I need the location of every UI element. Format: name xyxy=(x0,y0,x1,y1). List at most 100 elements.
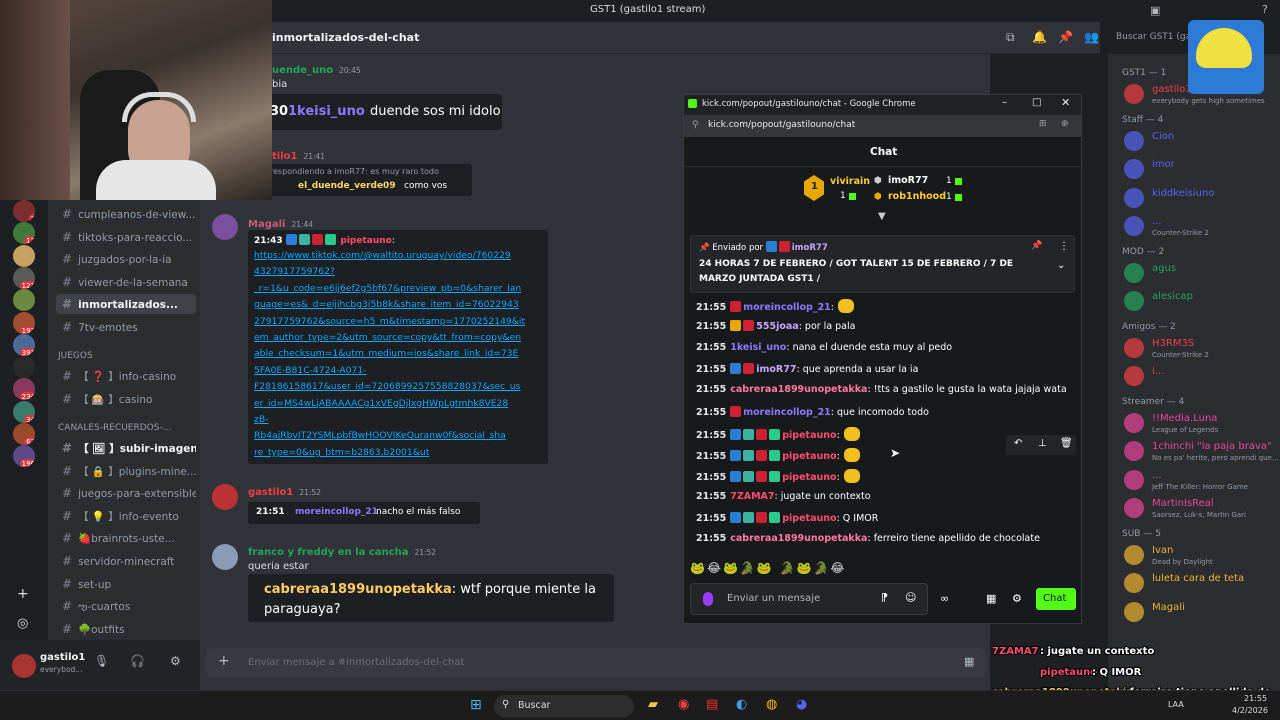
close-icon[interactable]: ✕ xyxy=(1061,96,1070,109)
member-item[interactable]: i... xyxy=(1116,364,1276,390)
site-info-icon[interactable]: ⚲ xyxy=(692,120,699,130)
server-icon[interactable] xyxy=(13,289,35,312)
member-item[interactable]: H3RM3S Counter-Strike 2 xyxy=(1116,336,1276,362)
bell-icon[interactable]: 🔔 xyxy=(1032,30,1047,44)
settings-gear-icon[interactable]: ⚙ xyxy=(1012,592,1022,605)
add-server-icon[interactable]: + xyxy=(17,586,29,602)
member-item[interactable]: agus xyxy=(1116,261,1276,287)
message-user[interactable]: cabreraa1899unopetakka xyxy=(730,533,867,544)
kick-message-input[interactable]: Enviar un mensaje ⁋ ☺ xyxy=(690,583,928,615)
app-icon[interactable]: ▤ xyxy=(706,697,718,712)
channel-item[interactable]: # 【 🔒 】plugins-mine... xyxy=(56,461,196,481)
message-input[interactable]: + Enviar mensaje a #inmortalizados-del-c… xyxy=(206,648,986,678)
member-item[interactable]: kiddkeisiuno xyxy=(1116,186,1276,212)
message-user[interactable]: 1keisi_uno xyxy=(730,342,786,353)
channel-item[interactable]: # set-up xyxy=(56,574,196,594)
message-author[interactable]: uende_uno xyxy=(272,65,333,76)
reply-icon[interactable]: ↶ xyxy=(1014,438,1022,449)
store-icon[interactable]: ▦ xyxy=(986,592,996,605)
category-juegos[interactable]: JUEGOS xyxy=(58,351,93,361)
message-user[interactable]: moreincollop_21 xyxy=(743,407,831,418)
taskbar-search[interactable]: ⚲ Buscar xyxy=(494,695,634,717)
avatar[interactable] xyxy=(212,544,238,570)
maximize-icon[interactable]: □ xyxy=(1032,97,1041,108)
clock-time[interactable]: 21:55 xyxy=(1244,694,1267,703)
channel-item[interactable]: # cumpleanos-de-view... xyxy=(56,204,196,224)
member-item[interactable]: ... Jeff The Killer: Horror Game xyxy=(1116,468,1276,494)
member-item[interactable]: MartinIsReal Saorsez, Luk-s, Martin Gari xyxy=(1116,496,1276,522)
threads-icon[interactable]: ⧉ xyxy=(1006,30,1015,45)
member-item[interactable]: !!Media.Luna League of Legends xyxy=(1116,411,1276,437)
message-author[interactable]: franco y freddy en la cancha xyxy=(248,547,408,558)
message-user[interactable]: pipetauno xyxy=(782,430,836,441)
delete-icon[interactable]: 🗑 xyxy=(1060,438,1073,449)
channel-item[interactable]: #7tv-emotes xyxy=(56,317,196,337)
member-item[interactable]: Magali xyxy=(1116,600,1276,626)
message-user[interactable]: imoR77 xyxy=(756,364,796,375)
server-icon[interactable]: 63 xyxy=(13,423,35,445)
message-user[interactable]: pipetauno xyxy=(782,513,836,524)
message-user[interactable]: moreincollop_21 xyxy=(743,302,831,313)
message-user[interactable]: cabreraa1899unopetakka xyxy=(730,384,867,395)
members-icon[interactable]: 👥 xyxy=(1084,30,1099,44)
message-author[interactable]: gastilo1 xyxy=(248,487,293,498)
channel-item[interactable]: # tiktoks-para-reaccio... xyxy=(56,227,196,247)
channel-item[interactable]: # 【 💡 】info-evento xyxy=(56,506,196,526)
send-chat-button[interactable]: Chat xyxy=(1036,588,1076,610)
edge-icon[interactable]: ◐ xyxy=(736,697,747,712)
emote-bar[interactable]: 🐸😂🐸🐊🐸 🐊🐸🐊😂 xyxy=(690,561,910,579)
language-indicator[interactable]: LAA xyxy=(1168,700,1184,709)
server-icon[interactable]: 12 xyxy=(13,222,35,245)
member-item[interactable]: luleta cara de teta xyxy=(1116,571,1276,597)
avatar[interactable] xyxy=(12,654,36,678)
avatar[interactable] xyxy=(212,484,238,510)
more-options-icon[interactable]: ⋮ xyxy=(1059,241,1069,252)
member-item[interactable]: Ivan Dead by Daylight xyxy=(1116,543,1276,569)
channel-item[interactable]: # servidor-minecraft xyxy=(56,551,196,571)
avatar[interactable] xyxy=(212,214,238,240)
channel-item[interactable]: # 🍓brainrots-uste... xyxy=(56,528,196,548)
gifter-name[interactable]: imoR77 xyxy=(888,175,928,186)
server-icon[interactable]: 3 xyxy=(13,200,35,222)
server-icon[interactable] xyxy=(13,244,35,267)
headphones-icon[interactable]: 🎧 xyxy=(130,654,145,668)
server-icon[interactable]: 391 xyxy=(13,333,35,356)
address-bar[interactable]: ⚲ kick.com/popout/gastilouno/chat ⊞ ⊕ xyxy=(684,115,1081,137)
help-icon[interactable]: ? xyxy=(1262,3,1268,16)
member-item[interactable]: alesicap xyxy=(1116,289,1276,315)
search-box[interactable]: Buscar GST1 (gastilo1... xyxy=(1110,27,1224,49)
channel-item[interactable]: # 【 🎰 】casino xyxy=(56,389,196,409)
channel-item[interactable]: # ఌ-cuartos xyxy=(56,596,196,616)
emotes-icon[interactable]: ∞ xyxy=(940,592,949,605)
zoom-icon[interactable]: ⊕ xyxy=(1061,119,1069,129)
member-item[interactable]: ... Counter-Strike 2 xyxy=(1116,214,1276,240)
message-author[interactable]: tilo1 xyxy=(272,151,297,162)
channel-item[interactable]: # juzgados-por-la-ia xyxy=(56,249,196,269)
channel-item[interactable]: # 【 🖼 】subir-imagen xyxy=(56,438,196,458)
file-explorer-icon[interactable]: ▰ xyxy=(648,697,658,712)
message-user[interactable]: 7ZAMA7 xyxy=(730,491,774,502)
expand-chevron-icon[interactable]: ▼ xyxy=(878,211,886,222)
pin-icon[interactable]: ⊥ xyxy=(1038,438,1047,449)
message-user[interactable]: 555joaa xyxy=(756,321,798,332)
channel-item[interactable]: # juegos-para-extensible xyxy=(56,483,196,503)
app-icon[interactable]: ◉ xyxy=(678,697,689,712)
server-icon[interactable]: 121 xyxy=(13,266,35,289)
category-canales[interactable]: CANALES-RECUERDOS-... xyxy=(58,423,171,433)
member-item[interactable]: imor xyxy=(1116,157,1276,183)
member-item[interactable]: Cion xyxy=(1116,129,1276,155)
message-user[interactable]: pipetauno xyxy=(782,451,836,462)
tts-icon[interactable]: ⁋ xyxy=(881,591,888,604)
tiktok-link[interactable]: https://www.tiktok.com/@waltito.uruguay/… xyxy=(254,248,544,461)
plus-icon[interactable]: + xyxy=(218,653,230,669)
chrome-icon[interactable]: ◍ xyxy=(766,697,777,712)
channel-item[interactable]: # 【 ❓ 】info-casino xyxy=(56,366,196,386)
channel-item[interactable]: # viewer-de-la-semana xyxy=(56,272,196,292)
gift-icon[interactable]: ▦ xyxy=(964,655,974,668)
message-user[interactable]: pipetauno xyxy=(782,472,836,483)
server-icon[interactable]: 197 xyxy=(13,311,35,334)
server-icon[interactable]: 234 xyxy=(13,378,35,401)
gifter-name[interactable]: vivirain xyxy=(830,176,870,187)
emoji-icon[interactable]: ☺ xyxy=(905,591,916,604)
start-menu-icon[interactable]: ⊞ xyxy=(470,697,482,713)
